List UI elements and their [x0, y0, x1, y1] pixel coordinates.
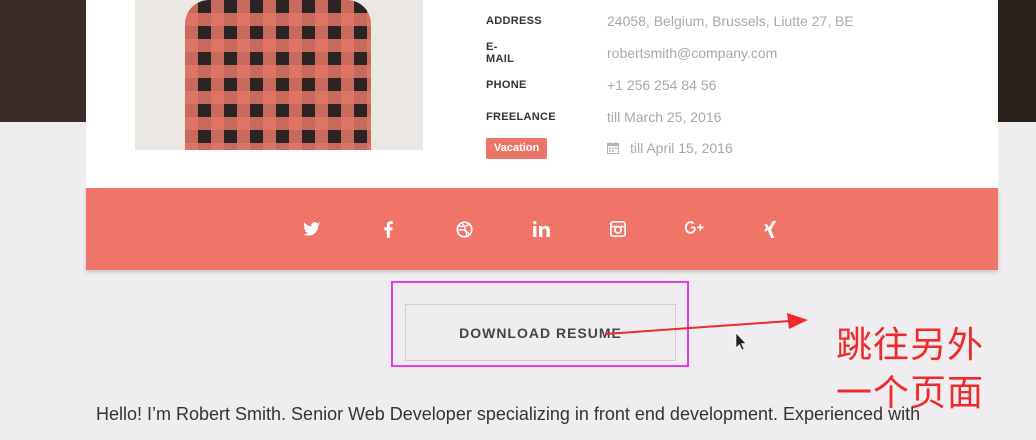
vacation-value: till April 15, 2016	[630, 140, 733, 156]
profile-photo	[135, 0, 423, 150]
twitter-icon[interactable]	[298, 216, 324, 242]
linkedin-icon[interactable]	[528, 216, 554, 242]
vacation-badge: Vacation	[486, 138, 548, 159]
instagram-icon[interactable]	[605, 216, 631, 242]
info-value[interactable]: robertsmith@company.com	[607, 45, 777, 61]
bio-paragraph: Hello! I’m Robert Smith. Senior Web Deve…	[96, 404, 921, 424]
info-key: ADDRESS	[486, 15, 542, 27]
info-value: 24058, Belgium, Brussels, Liutte 27, BE	[607, 13, 854, 29]
info-key: PHONE	[486, 79, 527, 91]
social-links-bar	[86, 188, 998, 270]
plaid-shirt-image	[185, 0, 371, 150]
info-key: FREELANCE	[486, 111, 556, 123]
profile-card: ADDRESS 24058, Belgium, Brussels, Liutte…	[86, 0, 998, 188]
mouse-cursor-icon	[735, 332, 747, 351]
dribbble-icon[interactable]	[451, 216, 477, 242]
info-value: +1 256 254 84 56	[607, 77, 717, 93]
info-key: E-MAIL	[486, 41, 515, 65]
xing-icon[interactable]	[758, 216, 784, 242]
facebook-icon[interactable]	[375, 216, 401, 242]
google-plus-icon[interactable]	[682, 216, 708, 242]
download-resume-button[interactable]: DOWNLOAD RESUME	[405, 304, 676, 361]
info-value: till March 25, 2016	[607, 109, 722, 125]
annotation-line-1: 跳往另外	[836, 325, 985, 366]
calendar-icon	[607, 142, 619, 154]
